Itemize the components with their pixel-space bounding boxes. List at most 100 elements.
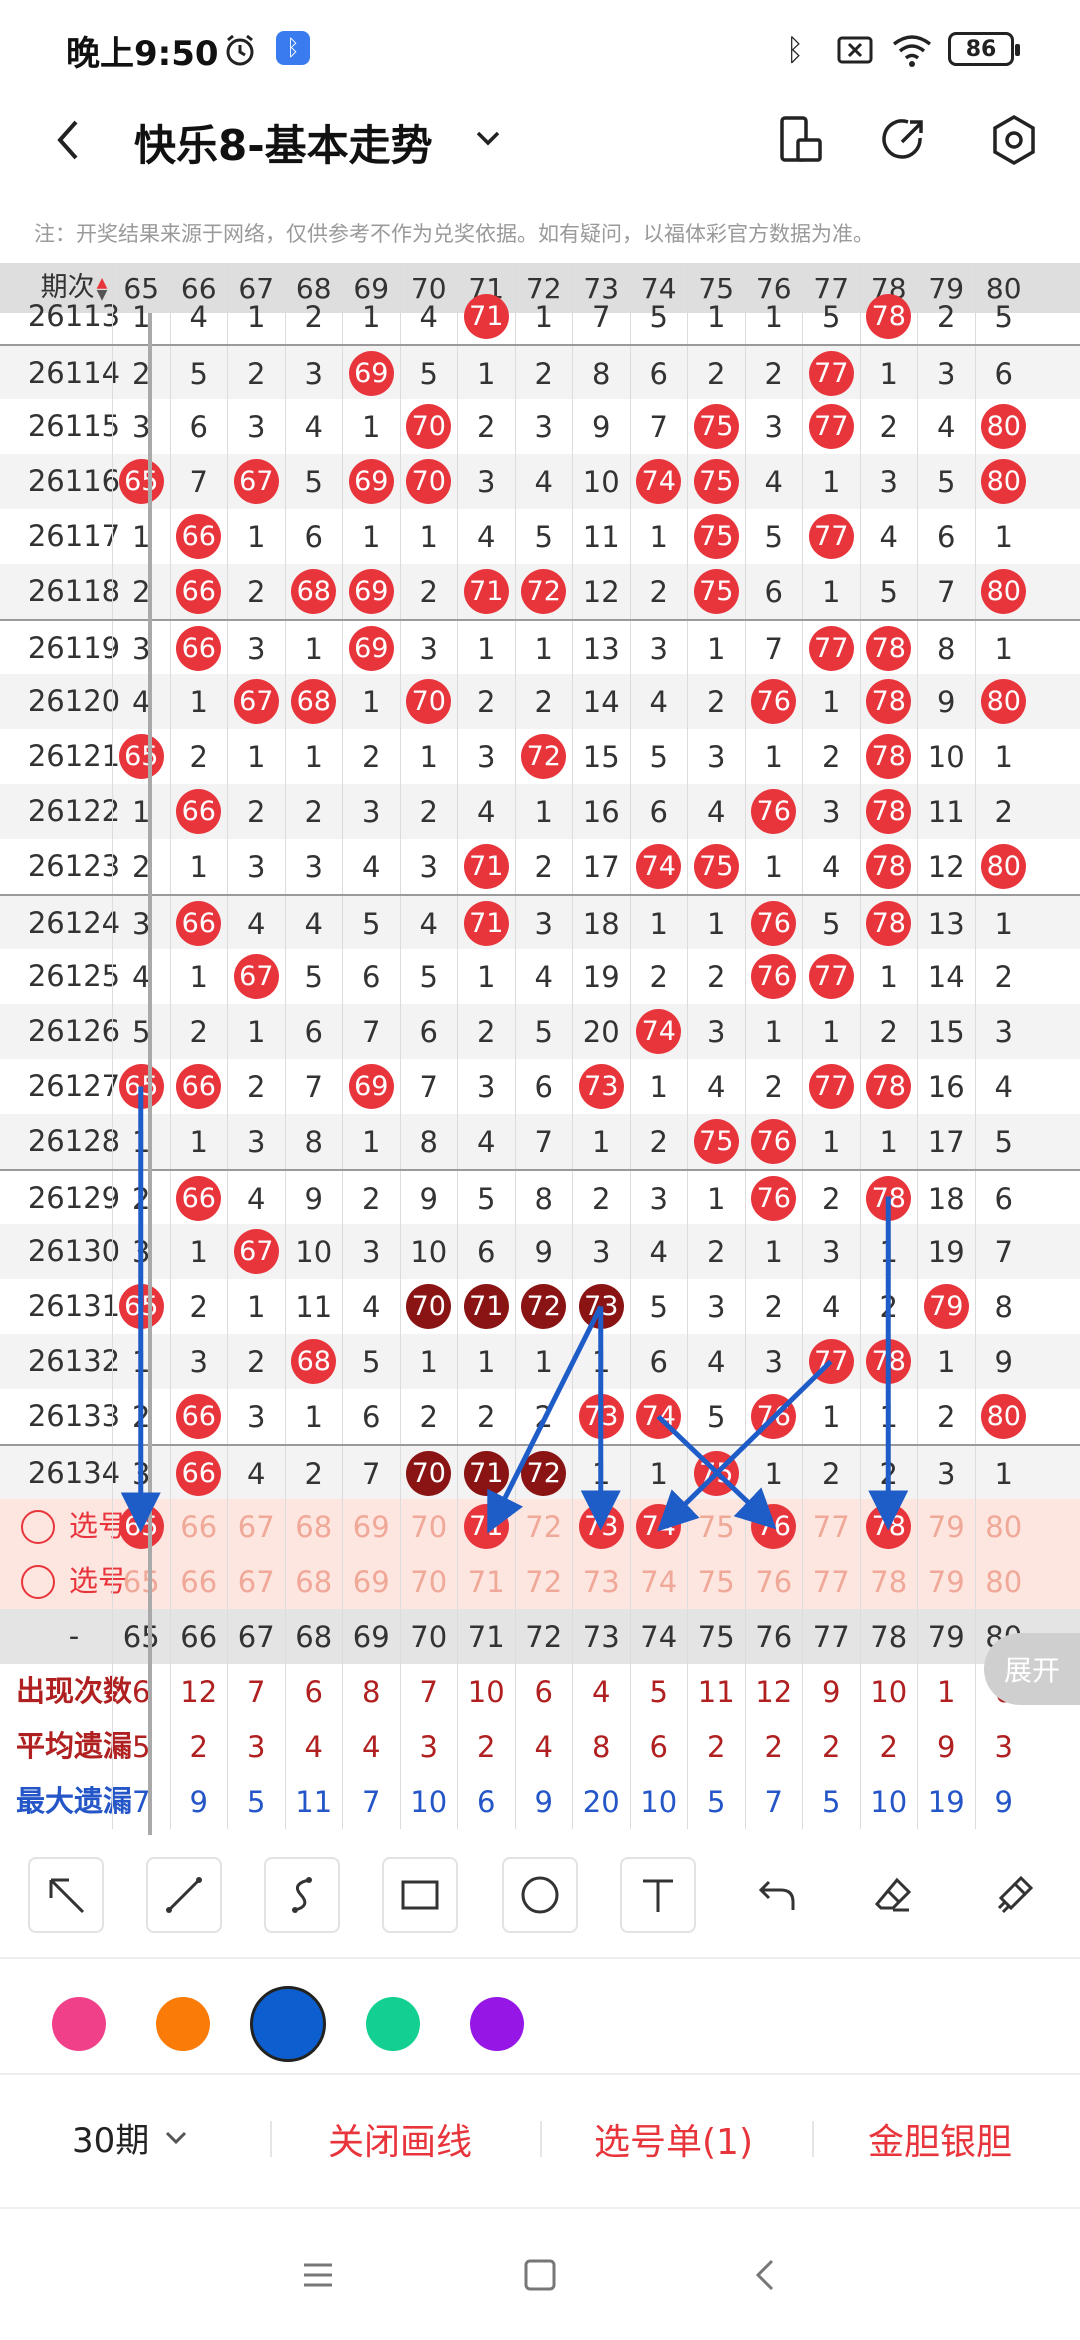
table-row[interactable]: 26124 3 66 4 4 5 4 71 3 18 1 1 76 5 78 13 1 — [0, 894, 1080, 951]
table-row[interactable]: 26121 65 2 1 1 2 1 3 72 15 5 3 1 2 78 10 1 — [0, 729, 1080, 784]
color-orange[interactable] — [156, 1997, 210, 2051]
selection-list-button[interactable]: 选号单(1) — [594, 2113, 753, 2165]
color-green[interactable] — [366, 1997, 420, 2051]
table-cell[interactable]: 70 — [399, 1554, 458, 1609]
table-row[interactable]: 26129 2 66 4 9 2 9 5 8 2 3 1 76 2 78 18 6 — [0, 1169, 1080, 1226]
table-cell: 4 — [342, 1279, 400, 1334]
table-cell: 1 — [744, 729, 803, 784]
back-nav-button[interactable] — [744, 2253, 788, 2297]
rotate-screen-button[interactable] — [770, 110, 830, 170]
table-cell[interactable]: 74 — [629, 1554, 688, 1609]
table-cell: 1 — [112, 784, 170, 839]
table-row[interactable]: 26119 3 66 3 1 69 3 1 1 13 3 1 7 77 78 8 1 — [0, 619, 1080, 676]
chevron-down-icon[interactable] — [468, 118, 508, 158]
table-row[interactable]: 26126 5 2 1 6 7 6 2 5 20 74 3 1 1 2 15 3 — [0, 1004, 1080, 1059]
back-button[interactable] — [40, 110, 100, 170]
table-cell[interactable]: 80 — [974, 1554, 1033, 1609]
table-row[interactable]: 26113 1 4 1 2 1 4 71 1 7 5 1 1 5 78 2 5 — [0, 289, 1080, 344]
table-row[interactable]: 26123 2 1 3 3 4 3 71 2 17 74 75 1 4 78 12 80 — [0, 839, 1080, 894]
table-cell: 9 — [514, 1224, 573, 1279]
clear-tool[interactable] — [976, 1857, 1052, 1933]
table-cell[interactable]: 76 — [744, 1499, 803, 1554]
table-cell: 1 — [514, 1334, 573, 1389]
table-cell[interactable]: 75 — [687, 1499, 745, 1554]
table-cell[interactable]: 72 — [514, 1499, 573, 1554]
drawn-number-ball: 75 — [693, 1451, 739, 1496]
table-cell: 7 — [514, 1114, 573, 1169]
table-cell: 3 — [917, 1446, 975, 1501]
table-row[interactable]: 26118 2 66 2 68 69 2 71 72 12 2 75 6 1 5 7 80 — [0, 564, 1080, 619]
table-cell[interactable]: 68 — [284, 1499, 343, 1554]
table-row[interactable]: 26125 4 1 67 5 6 5 1 4 19 2 2 76 77 1 14 2 — [0, 949, 1080, 1004]
menu-nav-button[interactable] — [296, 2253, 340, 2297]
table-cell[interactable]: 80 — [974, 1499, 1033, 1554]
table-row[interactable]: 26128 1 1 3 8 1 8 4 7 1 2 75 76 1 1 17 5 — [0, 1114, 1080, 1169]
table-cell[interactable]: 69 — [342, 1554, 400, 1609]
number-select-row[interactable]: 选号 65 66 67 68 69 70 71 72 73 74 75 76 77 78 79 80 — [0, 1554, 1080, 1609]
table-row[interactable]: 26120 4 1 67 68 1 70 2 2 14 4 2 76 1 78 9 80 — [0, 674, 1080, 729]
line-tool[interactable] — [146, 1857, 222, 1933]
table-row[interactable]: 26132 1 3 2 68 5 1 1 1 1 6 4 3 77 78 1 9 — [0, 1334, 1080, 1389]
table-cell[interactable]: 66 — [169, 1554, 228, 1609]
color-pink[interactable] — [52, 1997, 106, 2051]
table-cell[interactable]: 74 — [629, 1499, 688, 1554]
table-cell: 68 — [284, 1334, 343, 1389]
undo-tool[interactable] — [740, 1857, 816, 1933]
table-cell[interactable]: 73 — [572, 1499, 630, 1554]
table-row[interactable]: 26133 2 66 3 1 6 2 2 2 73 74 5 76 1 1 2 80 — [0, 1389, 1080, 1444]
curve-tool[interactable] — [264, 1857, 340, 1933]
table-cell[interactable]: 76 — [744, 1554, 803, 1609]
table-cell[interactable]: 65 — [112, 1554, 170, 1609]
close-drawing-button[interactable]: 关闭画线 — [328, 2113, 472, 2165]
select-row-radio[interactable] — [20, 1564, 55, 1599]
table-cell: 4 — [629, 1224, 688, 1279]
table-row[interactable]: 26130 3 1 67 10 3 10 6 9 3 4 2 1 3 1 19 7 — [0, 1224, 1080, 1279]
settings-button[interactable] — [984, 110, 1044, 170]
table-cell: 1 — [227, 509, 285, 564]
table-cell[interactable]: 79 — [917, 1499, 975, 1554]
table-cell[interactable]: 72 — [514, 1554, 573, 1609]
table-row[interactable]: 26117 1 66 1 6 1 1 4 5 11 1 75 5 77 4 6 1 — [0, 509, 1080, 564]
number-select-row[interactable]: 选号 65 66 67 68 69 70 71 72 73 74 75 76 77 78 79 80 — [0, 1499, 1080, 1554]
period-select[interactable]: 30期 — [72, 2113, 191, 2162]
color-blue-selected[interactable] — [250, 1986, 326, 2062]
table-cell: 1 — [342, 289, 400, 344]
circle-tool[interactable] — [502, 1857, 578, 1933]
arrow-tool[interactable] — [28, 1857, 104, 1933]
table-cell[interactable]: 79 — [917, 1554, 975, 1609]
table-cell[interactable]: 67 — [227, 1499, 285, 1554]
table-row[interactable]: 26134 3 66 4 2 7 70 71 72 1 1 75 1 2 2 3 1 — [0, 1444, 1080, 1501]
table-cell[interactable]: 77 — [802, 1554, 860, 1609]
table-cell[interactable]: 75 — [687, 1554, 745, 1609]
page-title[interactable]: 快乐8-基本走势 — [134, 112, 433, 173]
table-row[interactable]: 26115 3 6 3 4 1 70 2 3 9 7 75 3 77 2 4 80 — [0, 399, 1080, 454]
eraser-tool[interactable] — [856, 1857, 932, 1933]
table-row[interactable]: 26116 65 7 67 5 69 70 3 4 10 74 75 4 1 3 5 80 — [0, 454, 1080, 509]
table-cell[interactable]: 77 — [802, 1499, 860, 1554]
share-button[interactable] — [874, 110, 934, 170]
select-row-radio[interactable] — [20, 1509, 55, 1544]
expand-button[interactable]: 展开 — [984, 1633, 1080, 1705]
golden-ball-button[interactable]: 金胆银胆 — [868, 2113, 1012, 2165]
table-cell[interactable]: 78 — [859, 1554, 918, 1609]
table-cell[interactable]: 71 — [457, 1499, 515, 1554]
table-cell[interactable]: 67 — [227, 1554, 285, 1609]
home-nav-button[interactable] — [518, 2253, 562, 2297]
table-row[interactable]: 26114 2 5 2 3 69 5 1 2 8 6 2 2 77 1 3 6 — [0, 344, 1080, 401]
table-cell[interactable]: 73 — [572, 1554, 630, 1609]
table-row[interactable]: 26122 1 66 2 2 3 2 4 1 16 6 4 76 3 78 11 2 — [0, 784, 1080, 839]
color-purple[interactable] — [470, 1997, 524, 2051]
table-cell[interactable]: 71 — [457, 1554, 515, 1609]
text-tool[interactable] — [620, 1857, 696, 1933]
table-cell[interactable]: 66 — [169, 1499, 228, 1554]
table-row[interactable]: 26131 65 2 1 11 4 70 71 72 73 5 3 2 4 2 79 8 — [0, 1279, 1080, 1334]
table-cell[interactable]: 78 — [859, 1499, 918, 1554]
table-cell: 75 — [687, 454, 745, 509]
rectangle-tool[interactable] — [382, 1857, 458, 1933]
trend-table[interactable]: 期次 ▲ ▼ 65 66 67 68 69 70 71 72 73 74 75 76 77 78 79 80 2611… — [0, 263, 1080, 1835]
table-cell[interactable]: 70 — [399, 1499, 458, 1554]
table-row[interactable]: 26127 65 66 2 7 69 7 3 6 73 1 4 2 77 78 16 4 — [0, 1059, 1080, 1114]
table-cell[interactable]: 68 — [284, 1554, 343, 1609]
table-cell[interactable]: 65 — [112, 1499, 170, 1554]
table-cell[interactable]: 69 — [342, 1499, 400, 1554]
